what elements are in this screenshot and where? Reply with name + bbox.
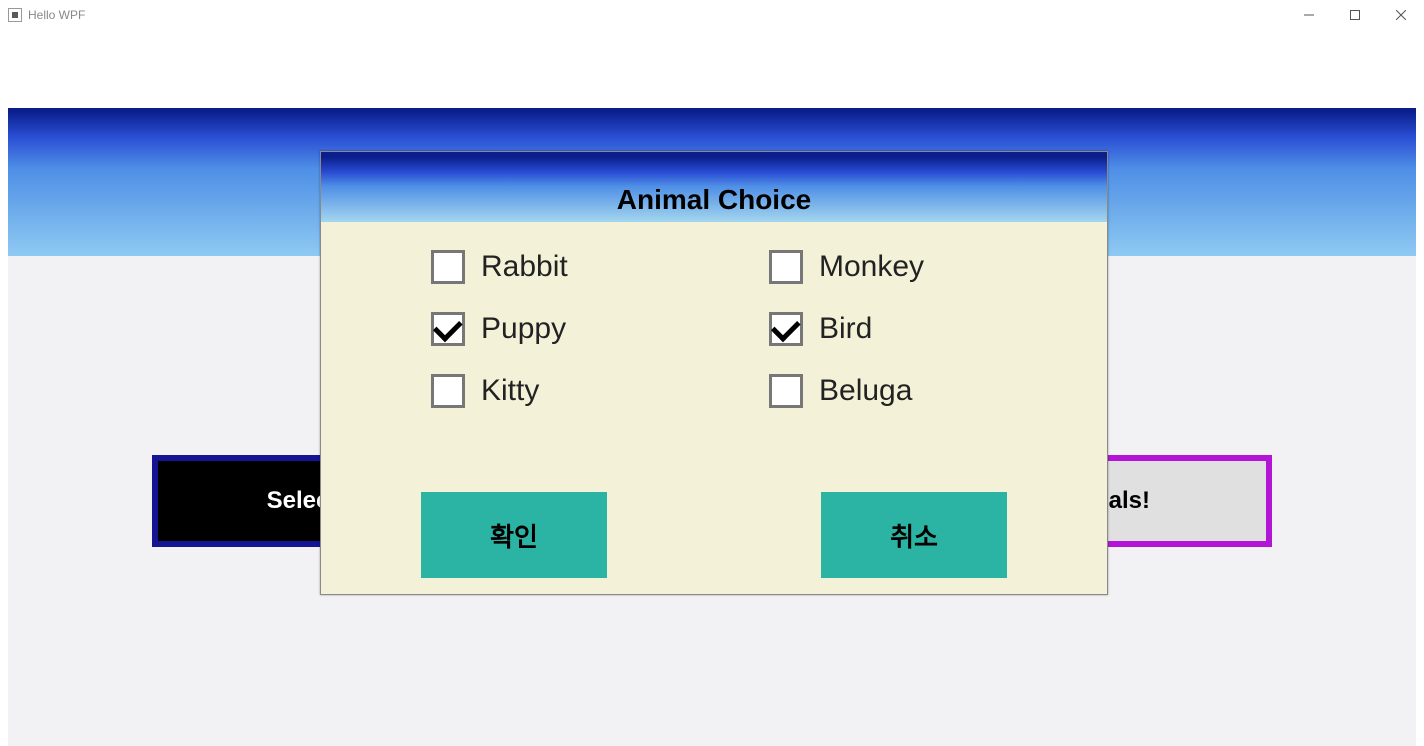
checkbox-box[interactable] [431,250,465,284]
checkbox-puppy[interactable]: Puppy [431,312,729,346]
checkbox-beluga[interactable]: Beluga [769,374,1067,408]
confirm-button-label: 확인 [490,517,538,554]
dialog-header: Animal Choice [321,152,1107,222]
checkbox-box[interactable] [769,250,803,284]
close-button[interactable] [1378,0,1424,30]
checkbox-kitty[interactable]: Kitty [431,374,729,408]
checkbox-box[interactable] [769,374,803,408]
maximize-button[interactable] [1332,0,1378,30]
checkbox-label: Rabbit [481,250,568,284]
checkbox-label: Bird [819,312,872,346]
window-client-area: Select nals! Animal Choice RabbitMonkeyP… [0,30,1424,746]
checkbox-box[interactable] [431,374,465,408]
cancel-button-label: 취소 [890,517,938,554]
animal-choice-dialog: Animal Choice Rabbit Monkey Puppy Bird Kitty… [320,151,1108,595]
checkbox-label: Beluga [819,374,912,408]
dialog-title: Animal Choice [617,184,811,216]
minimize-button[interactable] [1286,0,1332,30]
confirm-button[interactable]: 확인 [421,492,607,578]
app-icon [8,8,22,22]
window-titlebar: Hello WPF [0,0,1424,30]
checkbox-label: Kitty [481,374,539,408]
window-title: Hello WPF [28,8,85,22]
checkbox-box[interactable] [431,312,465,346]
cancel-button[interactable]: 취소 [821,492,1007,578]
checkbox-box[interactable] [769,312,803,346]
checkbox-label: Puppy [481,312,566,346]
checkbox-monkey[interactable]: Monkey [769,250,1067,284]
checkbox-bird[interactable]: Bird [769,312,1067,346]
checkbox-rabbit[interactable]: Rabbit [431,250,729,284]
checkbox-label: Monkey [819,250,924,284]
